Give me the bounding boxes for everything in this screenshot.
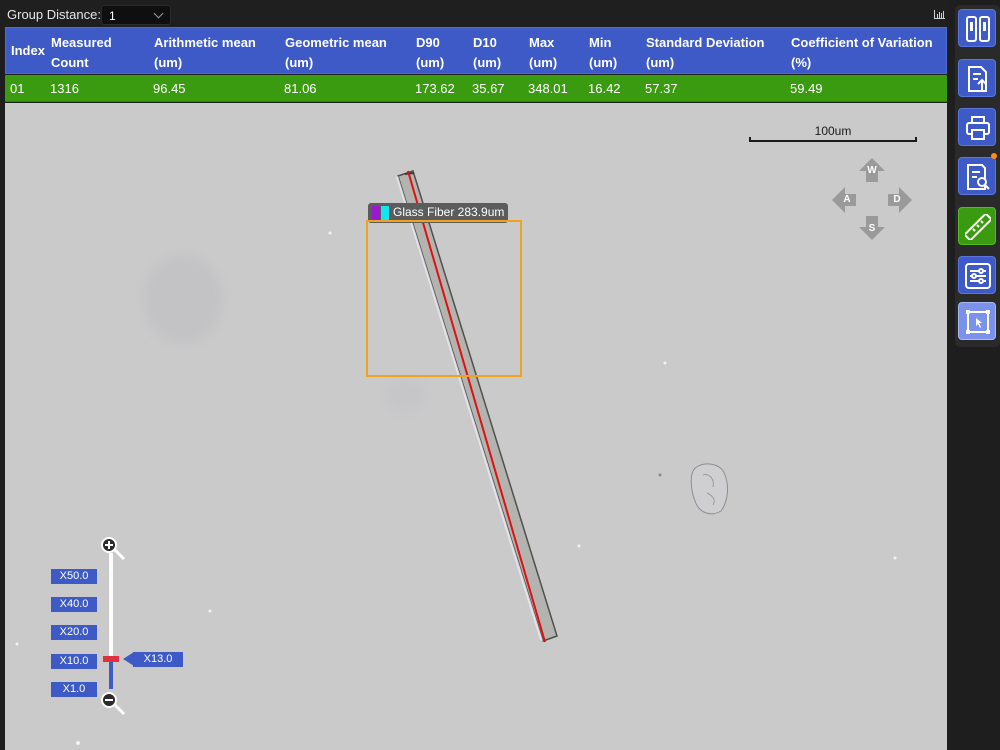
zoom-in-icon bbox=[101, 537, 126, 561]
cell-index: 01 bbox=[10, 81, 25, 96]
nav-left-button[interactable]: A bbox=[830, 185, 860, 215]
compare-icon bbox=[966, 16, 990, 42]
cell-measured-count: 1316 bbox=[50, 81, 79, 96]
ruler-button[interactable] bbox=[958, 207, 996, 245]
background-blur-spot bbox=[143, 254, 223, 344]
zoom-current-value: X13.0 bbox=[133, 652, 183, 667]
background-blur-spot bbox=[383, 377, 427, 413]
zoom-level-20[interactable]: X20.0 bbox=[51, 625, 97, 640]
dust-speck bbox=[208, 609, 212, 613]
zoom-level-50[interactable]: X50.0 bbox=[51, 569, 97, 584]
cell-geometric-mean: 81.06 bbox=[284, 81, 317, 96]
zoom-control: X50.0 X40.0 X20.0 X10.0 X1.0 X13.0 bbox=[51, 535, 191, 720]
compare-button[interactable] bbox=[958, 9, 996, 47]
header-measured-count: Measured Count bbox=[51, 35, 112, 70]
zoom-level-40[interactable]: X40.0 bbox=[51, 597, 97, 612]
nav-key-s: S bbox=[868, 223, 876, 234]
image-viewport[interactable]: 100um Glass Fiber 283.9um W A D S X50.0 … bbox=[5, 103, 947, 750]
header-arithmetic-mean: Arithmetic mean (um) bbox=[154, 35, 256, 70]
chevron-down-icon bbox=[153, 8, 164, 19]
statistics-table: Index Measured Count Arithmetic mean (um) … bbox=[5, 27, 947, 103]
roi-select-button[interactable] bbox=[958, 302, 996, 340]
app-window: Group Distance: 1 Index Measured Count Ar… bbox=[0, 0, 1000, 750]
settings-sliders-icon bbox=[965, 263, 991, 289]
nav-key-d: D bbox=[893, 194, 901, 205]
header-coefficient-of-variation: Coefficient of Variation (%) bbox=[791, 35, 933, 70]
color-swatch-cyan bbox=[381, 206, 389, 220]
header-d90: D90 (um) bbox=[416, 35, 445, 70]
color-swatch-purple bbox=[372, 206, 380, 220]
cell-coefficient-of-variation: 59.49 bbox=[790, 81, 823, 96]
dust-speck bbox=[76, 741, 80, 745]
nav-right-button[interactable]: D bbox=[884, 185, 914, 215]
dust-speck bbox=[893, 556, 897, 560]
right-toolbar bbox=[955, 5, 1000, 347]
table-header: Index Measured Count Arithmetic mean (um) … bbox=[5, 27, 947, 74]
header-min: Min (um) bbox=[589, 35, 618, 70]
ruler-icon bbox=[965, 214, 991, 240]
group-distance-value: 1 bbox=[109, 9, 116, 23]
zoom-level-10[interactable]: X10.0 bbox=[51, 654, 97, 669]
header-geometric-mean: Geometric mean (um) bbox=[285, 35, 387, 70]
header-max: Max (um) bbox=[529, 35, 558, 70]
cell-max: 348.01 bbox=[528, 81, 568, 96]
dust-speck bbox=[663, 361, 667, 365]
report-search-button[interactable] bbox=[958, 157, 996, 195]
nav-down-button[interactable]: S bbox=[857, 212, 887, 242]
notification-dot bbox=[991, 153, 997, 159]
cell-d10: 35.67 bbox=[472, 81, 505, 96]
zoom-level-1[interactable]: X1.0 bbox=[51, 682, 97, 697]
print-icon bbox=[966, 116, 990, 140]
nav-up-button[interactable]: W bbox=[857, 156, 887, 186]
top-bar: Group Distance: 1 bbox=[0, 0, 948, 27]
zoom-out-button[interactable] bbox=[99, 690, 129, 720]
dust-speck bbox=[658, 473, 662, 477]
export-report-icon bbox=[968, 66, 987, 92]
scale-bar-label: 100um bbox=[814, 124, 852, 138]
settings-button[interactable] bbox=[958, 256, 996, 294]
dust-speck bbox=[328, 231, 332, 235]
group-distance-label: Group Distance: bbox=[7, 7, 101, 22]
navigation-pad: W A D S bbox=[827, 156, 917, 242]
zoom-in-button[interactable] bbox=[99, 535, 129, 565]
header-standard-deviation: Standard Deviation (um) bbox=[646, 35, 765, 70]
dust-speck bbox=[577, 544, 581, 548]
dust-speck bbox=[15, 642, 19, 646]
print-button[interactable] bbox=[958, 108, 996, 146]
zoom-track-fill bbox=[109, 659, 113, 689]
cell-d90: 173.62 bbox=[415, 81, 455, 96]
cell-arithmetic-mean: 96.45 bbox=[153, 81, 186, 96]
scale-bar-line bbox=[749, 137, 917, 142]
nav-key-a: A bbox=[843, 194, 851, 205]
scale-bar: 100um bbox=[749, 123, 917, 145]
measurement-text: Glass Fiber 283.9um bbox=[393, 205, 505, 219]
cell-min: 16.42 bbox=[588, 81, 621, 96]
table-row[interactable]: 01 1316 96.45 81.06 173.62 35.67 348.01 … bbox=[5, 75, 947, 102]
nav-key-w: W bbox=[867, 165, 877, 176]
report-search-icon bbox=[967, 164, 990, 190]
cell-standard-deviation: 57.37 bbox=[645, 81, 678, 96]
zoom-slider-thumb[interactable] bbox=[103, 656, 119, 662]
particle bbox=[690, 463, 729, 515]
bar-chart-icon[interactable] bbox=[934, 10, 945, 19]
zoom-out-icon bbox=[101, 692, 126, 716]
export-report-button[interactable] bbox=[958, 59, 996, 97]
group-distance-select[interactable]: 1 bbox=[101, 5, 171, 25]
header-d10: D10 (um) bbox=[473, 35, 502, 70]
roi-select-icon bbox=[966, 310, 990, 334]
header-index: Index bbox=[11, 43, 45, 58]
roi-box[interactable] bbox=[366, 220, 522, 377]
